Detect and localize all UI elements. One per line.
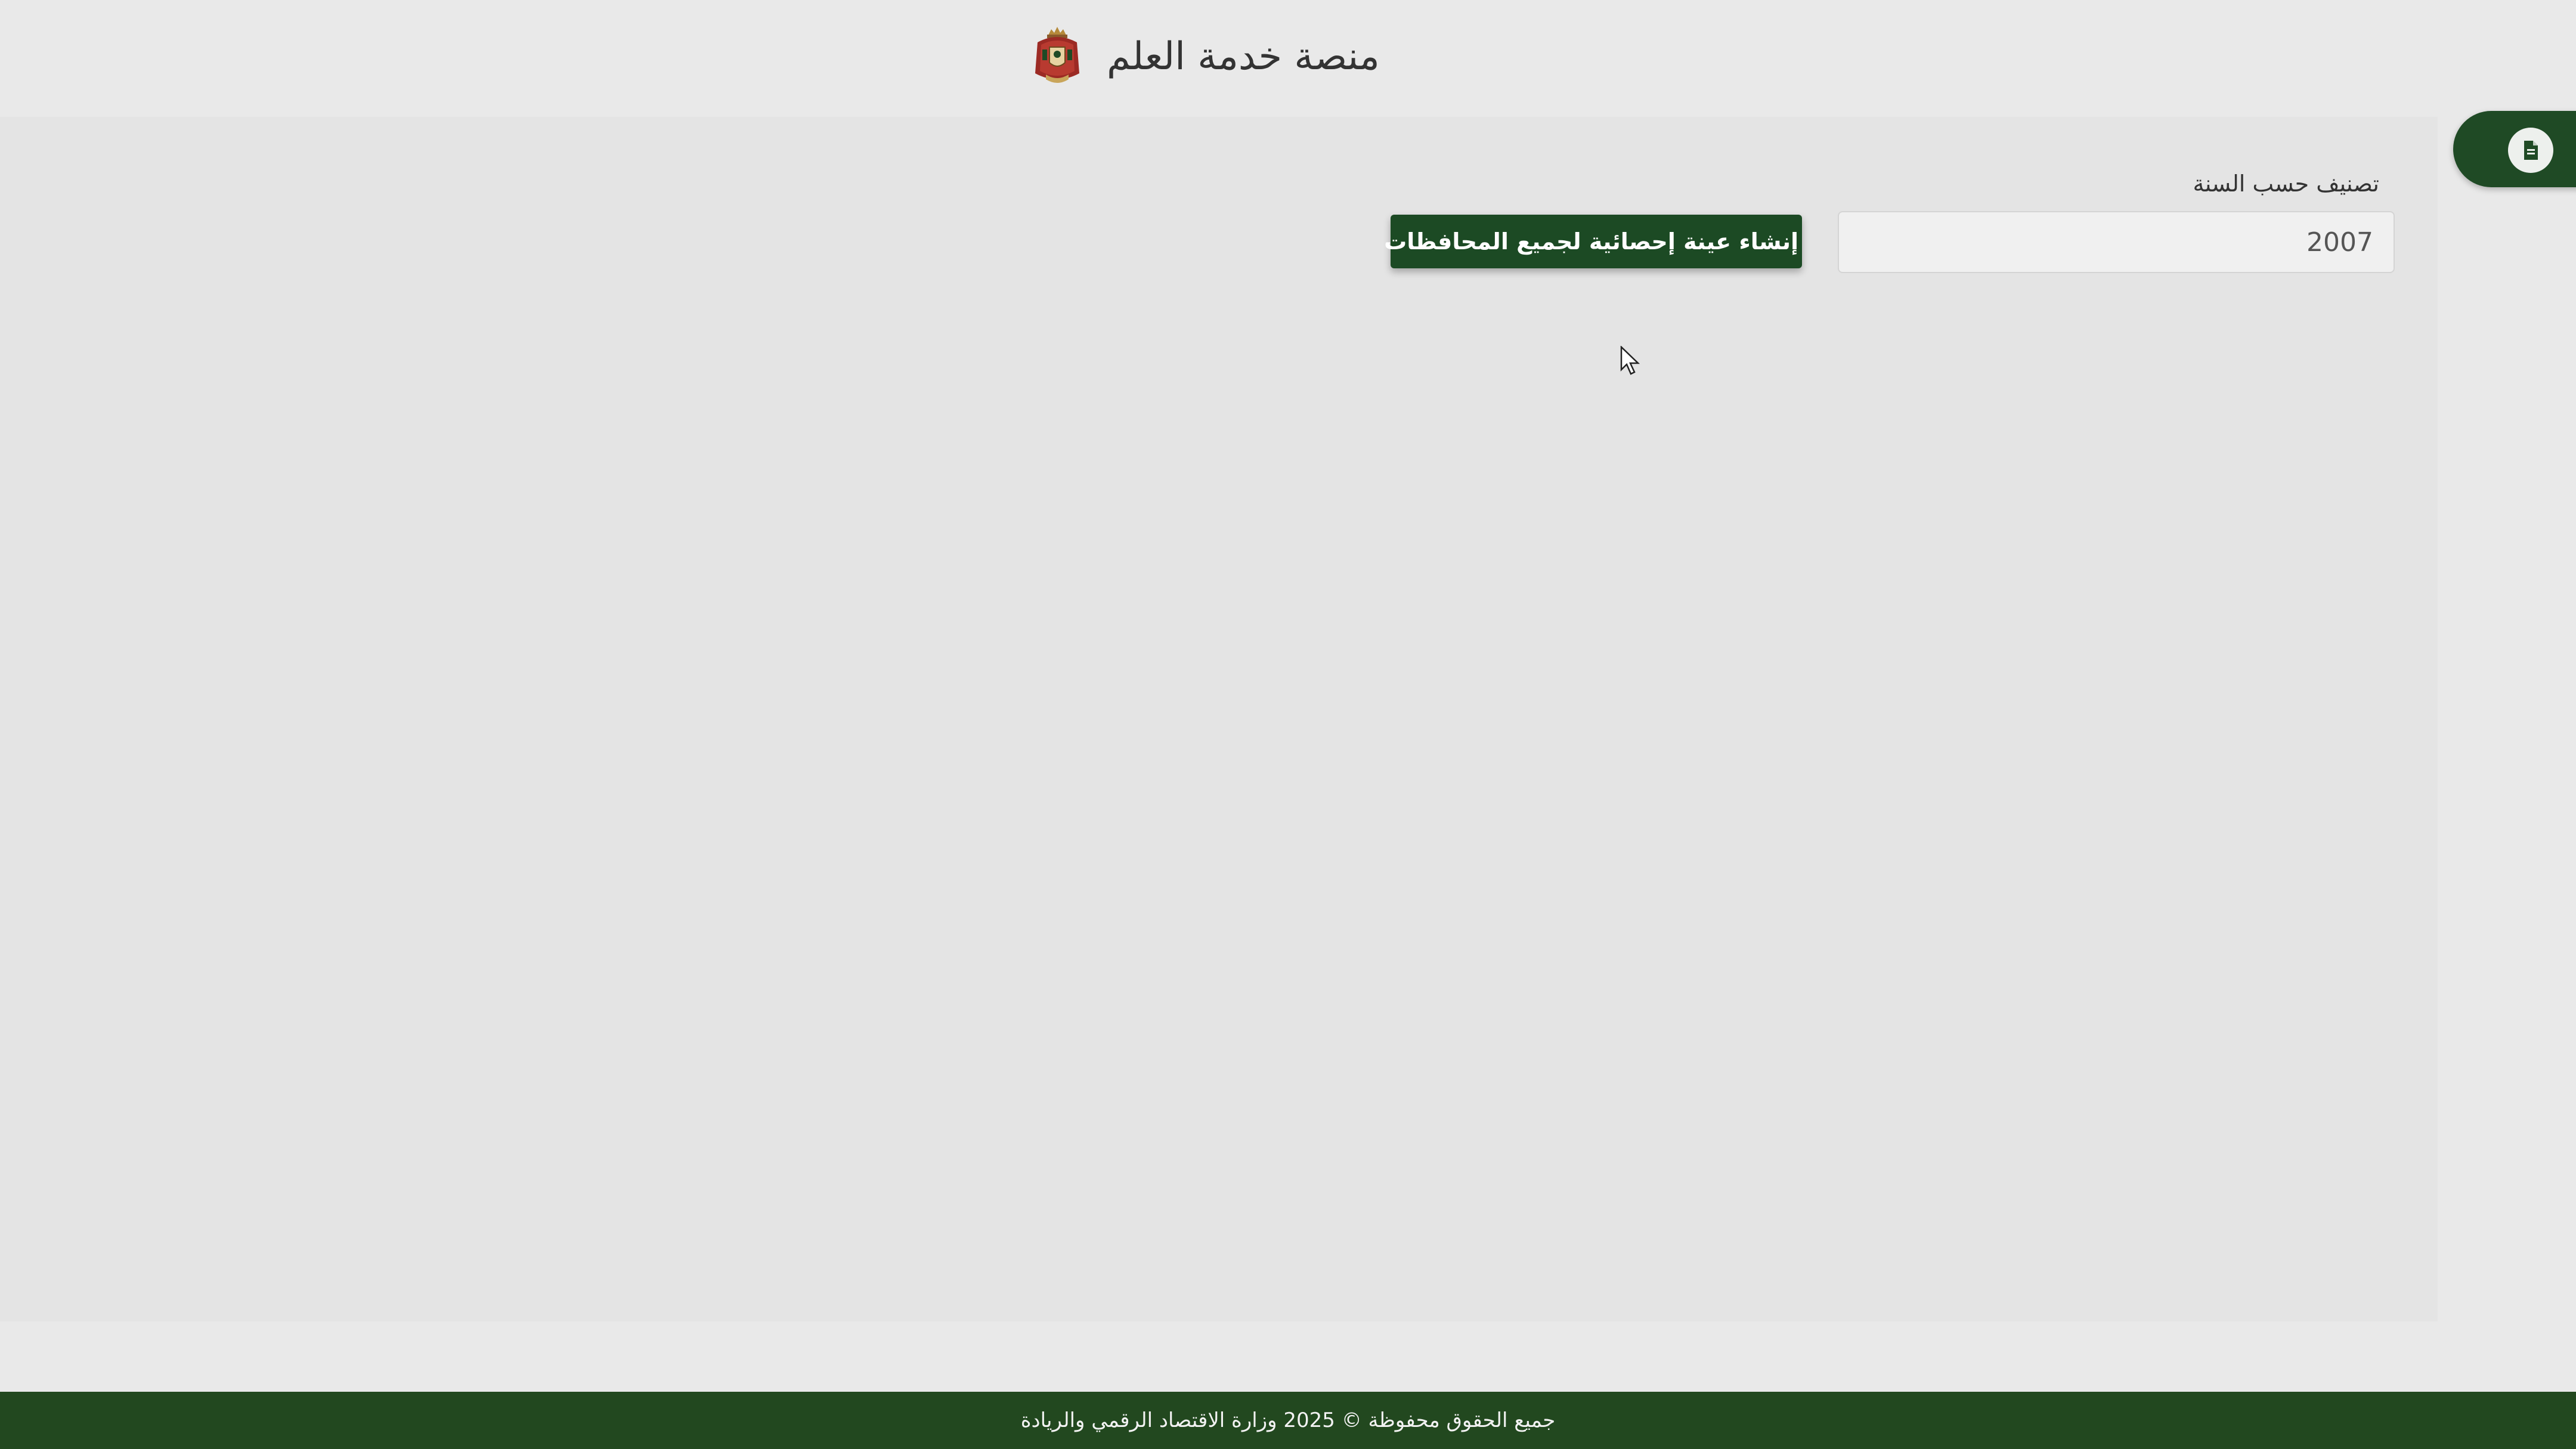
generate-sample-button[interactable]: إنشاء عينة إحصائية لجميع المحافظات xyxy=(1384,215,1802,268)
header: منصة خدمة العلم xyxy=(0,0,2576,117)
copyright-text: جميع الحقوق محفوظة © 2025 وزارة الاقتصاد… xyxy=(1020,1408,1556,1432)
document-icon xyxy=(2524,141,2538,160)
platform-title: منصة خدمة العلم xyxy=(1107,35,1380,79)
mouse-cursor-icon xyxy=(1620,346,1640,375)
footer: جميع الحقوق محفوظة © 2025 وزارة الاقتصاد… xyxy=(0,1392,2576,1449)
main-content xyxy=(0,117,2438,1321)
year-input[interactable] xyxy=(1838,211,2395,273)
year-filter-label: تصنيف حسب السنة xyxy=(2193,171,2379,197)
coat-of-arms-icon xyxy=(1035,27,1079,83)
side-panel-toggle[interactable] xyxy=(2453,111,2576,187)
page: منصة خدمة العلم تصنيف حسب السنة إنشاء عي… xyxy=(0,0,2576,1449)
brand[interactable]: منصة خدمة العلم xyxy=(1032,24,1380,89)
side-panel-icon-wrap xyxy=(2508,128,2553,173)
